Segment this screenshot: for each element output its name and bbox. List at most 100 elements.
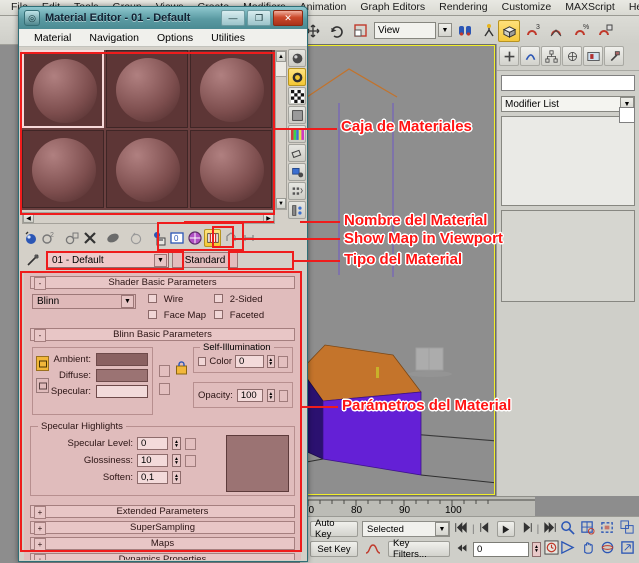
current-frame-controls[interactable]: 0 ▲▼	[454, 540, 559, 558]
checkbox-faceted[interactable]: Faceted	[214, 310, 276, 321]
put-to-library-icon[interactable]	[150, 229, 167, 247]
render-setup-icon[interactable]: 3	[522, 20, 544, 42]
get-material-icon[interactable]	[22, 229, 39, 247]
opacity-map-button[interactable]	[279, 390, 288, 402]
tab-hierarchy-icon[interactable]	[541, 46, 561, 66]
rollout-maps-toggle[interactable]: +	[34, 538, 46, 551]
playback-controls[interactable]: | |	[454, 521, 557, 537]
key-mode-toggle-icon[interactable]	[454, 543, 470, 556]
material-editor-toolbar-icon[interactable]	[498, 20, 520, 42]
material-map-navigator-icon[interactable]	[288, 201, 306, 219]
rollout-supersampling-toggle[interactable]: +	[34, 522, 46, 535]
self-illumination-color-checkbox[interactable]	[198, 357, 206, 366]
scroll-down-icon[interactable]: ▼	[276, 198, 286, 209]
use-pivot-point-center-icon[interactable]	[454, 20, 476, 42]
reference-coordinate-system-chevron-down-icon[interactable]: ▼	[438, 23, 452, 37]
ambient-color-swatch[interactable]	[96, 353, 148, 366]
zoom-extents-icon[interactable]	[600, 520, 615, 538]
maximize-viewport-toggle-icon[interactable]	[620, 540, 635, 558]
material-name-field[interactable]: 01 - Default ▼	[47, 252, 169, 268]
reset-map-material-icon[interactable]	[81, 229, 98, 247]
material-editor-menu-bar[interactable]: Material Navigation Options Utilities	[19, 29, 307, 47]
select-and-scale-icon[interactable]	[350, 20, 372, 42]
scroll-left-icon[interactable]: ◀	[23, 213, 34, 223]
checkbox-wire[interactable]: Wire	[148, 294, 210, 305]
self-illumination-map-button[interactable]	[278, 356, 288, 368]
material-sample-slot-5[interactable]	[106, 130, 188, 208]
object-name-field[interactable]	[501, 75, 635, 91]
go-to-start-icon[interactable]	[454, 522, 468, 536]
key-mode-chevron-down-icon[interactable]: ▼	[435, 522, 449, 536]
tab-create-icon[interactable]	[499, 46, 519, 66]
time-configuration-icon[interactable]	[544, 540, 559, 558]
diffuse-specular-lock-icon[interactable]	[36, 378, 49, 393]
shader-type-chevron-down-icon[interactable]: ▼	[121, 295, 134, 308]
zoom-icon[interactable]	[560, 520, 575, 538]
material-sample-slot-2[interactable]	[106, 50, 188, 128]
material-type-button[interactable]: Standard	[172, 252, 238, 268]
material-effects-channel-icon[interactable]: 0	[168, 229, 185, 247]
select-and-manipulate-icon[interactable]	[478, 20, 500, 42]
video-color-check-icon[interactable]	[288, 125, 306, 143]
rollout-blinn-basic-toggle[interactable]: -	[34, 329, 46, 342]
modifier-list-dropdown[interactable]: Modifier List ▼	[501, 96, 635, 112]
material-editor-window[interactable]: ◎ Material Editor - 01 - Default — ❐ ✕ M…	[18, 6, 308, 562]
two-sided-checkbox-box[interactable]	[214, 294, 223, 303]
soften-spinner[interactable]: ▲▼	[172, 471, 181, 484]
specular-level-field[interactable]: 0	[137, 437, 168, 450]
rollout-maps-header[interactable]: + Maps	[30, 537, 295, 550]
animation-status-bar[interactable]: Auto Key Set Key Selected ▼ Key Filters.…	[300, 516, 639, 563]
checkbox-face-map[interactable]: Face Map	[148, 310, 210, 321]
show-end-result-icon[interactable]	[204, 229, 221, 247]
me-menu-navigation[interactable]: Navigation	[80, 32, 148, 44]
timeline-ruler[interactable]: 70 80 90 100	[300, 496, 535, 517]
rollout-dynamics-properties-toggle[interactable]: +	[34, 554, 46, 560]
rollout-shader-basic-parameters-header[interactable]: - Shader Basic Parameters	[30, 276, 295, 289]
scroll-right-icon[interactable]: ▶	[263, 213, 274, 223]
command-panel-tab-strip[interactable]	[497, 44, 639, 66]
make-material-copy-icon[interactable]	[104, 229, 121, 247]
menu-item-rendering[interactable]: Rendering	[432, 0, 494, 15]
me-menu-material[interactable]: Material	[25, 32, 80, 44]
glossiness-spinner[interactable]: ▲▼	[172, 454, 181, 467]
tab-modify-icon[interactable]	[520, 46, 540, 66]
material-editor-toolbar[interactable]: 2 0	[22, 227, 307, 249]
pick-material-from-object-icon[interactable]	[22, 251, 44, 269]
material-name-chevron-down-icon[interactable]: ▼	[154, 254, 167, 267]
zoom-extents-all-icon[interactable]	[620, 520, 635, 538]
modifier-stack-list[interactable]	[501, 116, 635, 206]
material-sample-slots[interactable]	[22, 50, 275, 210]
material-sample-slot-4[interactable]	[22, 130, 104, 208]
rollout-shader-basic-toggle[interactable]: -	[34, 277, 46, 290]
background-checker-icon[interactable]	[288, 87, 306, 105]
key-curve-icon[interactable]	[362, 541, 384, 557]
tab-display-icon[interactable]	[583, 46, 603, 66]
material-sample-slot-6[interactable]	[190, 130, 272, 208]
sample-slots-vertical-scrollbar[interactable]: ▲ ▼	[275, 50, 287, 210]
key-mode-dropdown[interactable]: Selected ▼	[362, 521, 450, 537]
field-of-view-icon[interactable]	[560, 540, 575, 558]
backlight-icon[interactable]	[288, 68, 306, 86]
me-menu-options[interactable]: Options	[148, 32, 202, 44]
tab-utilities-icon[interactable]	[604, 46, 624, 66]
select-and-rotate-icon[interactable]	[326, 20, 348, 42]
render-iterative-icon[interactable]	[594, 20, 616, 42]
put-material-to-scene-icon[interactable]: 2	[40, 229, 57, 247]
material-editor-title-bar[interactable]: ◎ Material Editor - 01 - Default — ❐ ✕	[19, 7, 307, 29]
next-frame-icon[interactable]	[519, 522, 533, 536]
wire-checkbox-box[interactable]	[148, 294, 157, 303]
specular-color-swatch[interactable]	[96, 385, 148, 398]
sample-uv-tiling-icon[interactable]	[288, 106, 306, 124]
rollout-dynamics-properties-header[interactable]: + Dynamics Properties	[30, 553, 295, 560]
key-filters-button[interactable]: Key Filters...	[388, 541, 450, 557]
current-frame-spinner[interactable]: ▲▼	[532, 542, 541, 557]
opacity-value-field[interactable]: 100	[237, 389, 263, 402]
ambient-diffuse-lock-icon[interactable]	[36, 356, 49, 371]
viewport-navigation-row2[interactable]	[560, 540, 635, 558]
menu-item-maxscript[interactable]: MAXScript	[558, 0, 622, 15]
specular-level-spinner[interactable]: ▲▼	[172, 437, 181, 450]
command-panel-subtab-strip[interactable]	[497, 66, 639, 71]
scroll-thumb[interactable]	[276, 62, 286, 77]
maximize-button[interactable]: ❐	[247, 10, 271, 26]
perspective-viewport[interactable]	[300, 44, 496, 496]
